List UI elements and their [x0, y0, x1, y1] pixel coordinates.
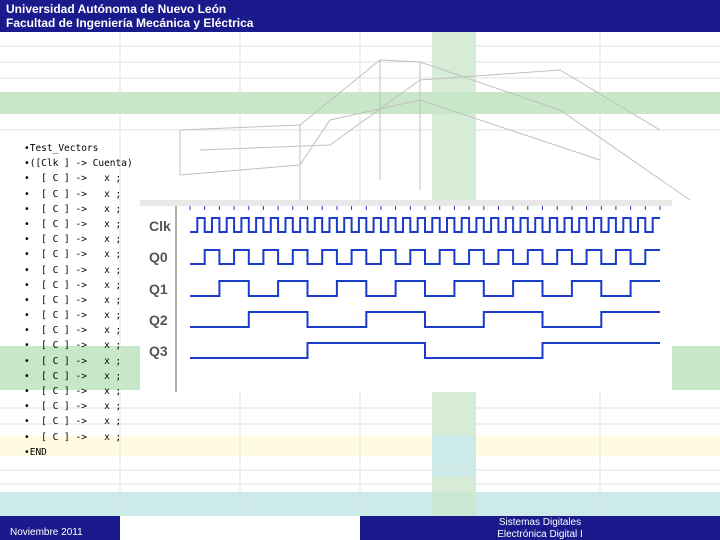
signal-label-q3: Q3: [149, 343, 168, 359]
footer-course-title: Sistemas Digitales: [498, 517, 582, 528]
signal-label-clk: Clk: [149, 218, 171, 234]
code-line: • [ C ] -> x ;: [24, 188, 122, 200]
code-line: •END: [24, 446, 47, 458]
code-line: • [ C ] -> x ;: [24, 264, 122, 276]
code-line: • [ C ] -> x ;: [24, 386, 122, 397]
code-line: • [ C ] -> x ;: [24, 325, 122, 337]
code-line: • [ C ] -> x ;: [24, 173, 122, 185]
code-line: • [ C ] -> x ;: [24, 203, 122, 215]
signal-label-q1: Q1: [149, 281, 168, 297]
code-line: • [ C ] -> x ;: [24, 294, 122, 306]
code-line: • [ C ] -> x ;: [24, 355, 122, 367]
code-line: •Test_Vectors: [24, 143, 99, 154]
code-line: • [ C ] -> x ;: [24, 431, 122, 443]
code-line: • [ C ] -> x ;: [24, 401, 122, 413]
signal-label-q0: Q0: [149, 249, 168, 265]
code-line: • [ C ] -> x ;: [24, 249, 122, 261]
code-line: •([Clk ] -> Cuenta): [24, 158, 133, 170]
code-line: • [ C ] -> x ;: [24, 310, 122, 322]
code-line: • [ C ] -> x ;: [24, 340, 122, 352]
code-line: • [ C ] -> x ;: [24, 218, 122, 230]
footer-course-subtitle: Electrónica Digital I: [497, 529, 583, 540]
code-line: • [ C ] -> x ;: [24, 279, 122, 291]
code-line: • [ C ] -> x ;: [24, 234, 122, 246]
footer-gap: [120, 522, 360, 540]
test-vectors-code: •Test_Vectors •([Clk ] -> Cuenta) • [ C …: [24, 141, 133, 460]
university-name: Universidad Autónoma de Nuevo León: [6, 2, 227, 16]
footer-date: Noviembre 2011: [10, 527, 83, 538]
code-line: • [ C ] -> x ;: [24, 370, 122, 382]
faculty-name: Facultad de Ingeniería Mecánica y Eléctr…: [6, 16, 254, 30]
signal-label-q2: Q2: [149, 312, 168, 328]
code-line: • [ C ] -> x ;: [24, 416, 122, 428]
waveform-diagram: Clk Q0 Q1 Q2 Q3: [140, 200, 672, 392]
